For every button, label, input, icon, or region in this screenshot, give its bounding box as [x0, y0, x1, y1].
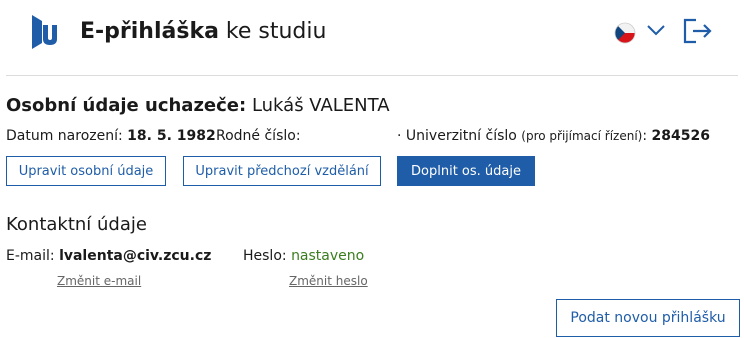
university-number: · Univerzitní číslo (pro přijímací řízen…	[397, 128, 710, 144]
app-header: E-přihláška ke studiu	[0, 0, 744, 66]
contact-section-title: Kontaktní údaje	[6, 214, 147, 235]
personal-section-title: Osobní údaje uchazeče: Lukáš VALENTA	[6, 95, 390, 116]
edit-previous-education-button[interactable]: Upravit předchozí vzdělání	[183, 156, 381, 186]
change-email-link[interactable]: Změnit e-mail	[57, 273, 141, 289]
applicant-name: Lukáš VALENTA	[246, 95, 390, 116]
header-divider	[6, 75, 738, 76]
password-info: Heslo: nastaveno	[243, 248, 365, 264]
university-logo-icon[interactable]	[28, 13, 66, 51]
password-status: nastaveno	[291, 248, 365, 264]
new-application-button[interactable]: Podat novou přihlášku	[556, 299, 740, 337]
email-info: E-mail: lvalenta@civ.zcu.cz	[6, 248, 212, 264]
language-selector[interactable]	[612, 20, 668, 44]
app-title: E-přihláška ke studiu	[80, 19, 327, 44]
logout-icon[interactable]	[682, 17, 714, 45]
chevron-down-icon	[647, 25, 665, 36]
complete-personal-data-button[interactable]: Doplnit os. údaje	[397, 156, 535, 186]
change-password-link[interactable]: Změnit heslo	[289, 273, 368, 289]
edit-personal-data-button[interactable]: Upravit osobní údaje	[6, 156, 166, 186]
birth-date: Datum narození: 18. 5. 1982	[6, 128, 216, 144]
czech-flag-icon	[614, 22, 636, 44]
birth-number: Rodné číslo:	[216, 128, 301, 144]
email-value: lvalenta@civ.zcu.cz	[59, 248, 212, 264]
